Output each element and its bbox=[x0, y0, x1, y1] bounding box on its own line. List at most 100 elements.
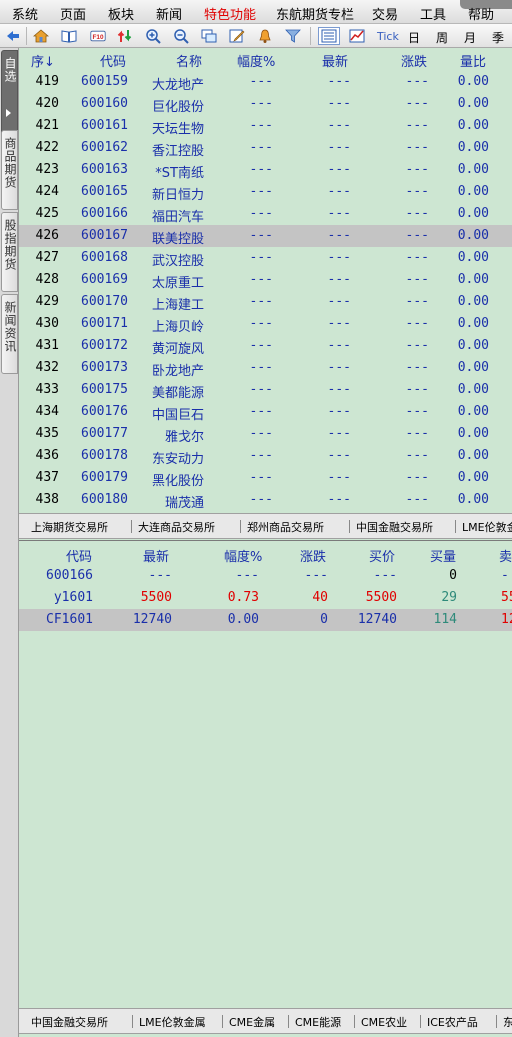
header-latest[interactable]: 最新 bbox=[322, 51, 348, 70]
tab-dce[interactable]: 大连商品交易所 bbox=[138, 519, 215, 535]
cell-ratio: 0.00 bbox=[457, 74, 489, 89]
tab-more[interactable]: 东 bbox=[503, 1014, 512, 1030]
table-row[interactable]: 428 600169 太原重工 --- --- --- 0.00 bbox=[19, 269, 512, 291]
tab-ice-agriculture[interactable]: ICE农产品 bbox=[427, 1014, 478, 1030]
alert-bell-icon[interactable] bbox=[256, 27, 274, 45]
watch-header-bid[interactable]: 买价 bbox=[369, 546, 395, 565]
list-view-icon[interactable] bbox=[318, 27, 340, 45]
home-icon[interactable] bbox=[32, 27, 50, 45]
cell-ratio: 0.00 bbox=[457, 338, 489, 353]
table-row[interactable]: 429 600170 上海建工 --- --- --- 0.00 bbox=[19, 291, 512, 313]
header-ratio[interactable]: 量比 bbox=[460, 51, 486, 70]
menu-donghang-futures-column[interactable]: 东航期货专栏 bbox=[276, 4, 354, 23]
watch-header-change[interactable]: 涨跌 bbox=[300, 546, 326, 565]
chart-line-icon[interactable] bbox=[348, 27, 366, 45]
table-row[interactable]: 420 600160 巨化股份 --- --- --- 0.00 bbox=[19, 93, 512, 115]
cell-code: 600172 bbox=[81, 338, 128, 353]
watch-header-code[interactable]: 代码 bbox=[66, 546, 92, 565]
watch-row[interactable]: 600166 --- --- --- --- 0 - bbox=[19, 565, 512, 587]
table-row[interactable]: 427 600168 武汉控股 --- --- --- 0.00 bbox=[19, 247, 512, 269]
table-row[interactable]: 425 600166 福田汽车 --- --- --- 0.00 bbox=[19, 203, 512, 225]
tab-czce[interactable]: 郑州商品交易所 bbox=[247, 519, 324, 535]
table-row[interactable]: 433 600175 美都能源 --- --- --- 0.00 bbox=[19, 379, 512, 401]
edit-icon[interactable] bbox=[228, 27, 246, 45]
table-row[interactable]: 419 600159 大龙地产 --- --- --- 0.00 bbox=[19, 71, 512, 93]
cell-change: --- bbox=[405, 426, 429, 441]
table-row[interactable]: 424 600165 新日恒力 --- --- --- 0.00 bbox=[19, 181, 512, 203]
tab-cme-energy[interactable]: CME能源 bbox=[295, 1014, 341, 1030]
header-code[interactable]: 代码 bbox=[100, 51, 126, 70]
table-row[interactable]: 430 600171 上海贝岭 --- --- --- 0.00 bbox=[19, 313, 512, 335]
cell-ratio: 0.00 bbox=[457, 206, 489, 221]
f10-icon[interactable]: F10 bbox=[88, 27, 108, 45]
table-row[interactable]: 422 600162 香江控股 --- --- --- 0.00 bbox=[19, 137, 512, 159]
f10-label: F10 bbox=[92, 34, 103, 41]
watch-panel: 代码 最新 幅度% 涨跌 买价 买量 卖 600166 --- --- --- --- 0… bbox=[19, 540, 512, 1010]
tab-cme-metals[interactable]: CME金属 bbox=[229, 1014, 275, 1030]
month-period-button[interactable]: 月 bbox=[464, 29, 476, 46]
cell-latest: --- bbox=[327, 250, 351, 265]
table-row[interactable]: 434 600176 中国巨石 --- --- --- 0.00 bbox=[19, 401, 512, 423]
filter-icon[interactable] bbox=[284, 27, 302, 45]
menu-news[interactable]: 新闻 bbox=[156, 4, 182, 23]
day-period-button[interactable]: 日 bbox=[408, 29, 420, 46]
table-row[interactable]: 435 600177 雅戈尔 --- --- --- 0.00 bbox=[19, 423, 512, 445]
zoom-out-icon[interactable] bbox=[172, 27, 190, 45]
watch-header-range[interactable]: 幅度% bbox=[224, 546, 262, 565]
side-tab-news[interactable]: 新闻资讯 bbox=[1, 294, 18, 374]
windows-icon[interactable] bbox=[200, 27, 218, 45]
watch-header-bid-vol[interactable]: 买量 bbox=[430, 546, 456, 565]
zoom-in-icon[interactable] bbox=[144, 27, 162, 45]
tick-button[interactable]: Tick bbox=[377, 30, 399, 43]
menu-help[interactable]: 帮助 bbox=[468, 4, 494, 23]
menu-trade[interactable]: 交易 bbox=[372, 4, 398, 23]
side-tab-commodity-futures[interactable]: 商品期货 bbox=[1, 130, 18, 210]
cell-ratio: 0.00 bbox=[457, 492, 489, 507]
tab-lme-metals[interactable]: LME伦敦金属 bbox=[139, 1014, 206, 1030]
watch-row[interactable]: y1601 5500 0.73 40 5500 29 550 bbox=[19, 587, 512, 609]
menu-system[interactable]: 系统 bbox=[12, 4, 38, 23]
table-row[interactable]: 436 600178 东安动力 --- --- --- 0.00 bbox=[19, 445, 512, 467]
cell-range: --- bbox=[249, 360, 273, 375]
header-name[interactable]: 名称 bbox=[176, 51, 202, 70]
cell-range: --- bbox=[249, 74, 273, 89]
header-change[interactable]: 涨跌 bbox=[401, 51, 427, 70]
cell-name: 瑞茂通 bbox=[164, 496, 204, 511]
cell-change: --- bbox=[405, 96, 429, 111]
season-period-button[interactable]: 季 bbox=[492, 29, 504, 46]
menu-special-features[interactable]: 特色功能 bbox=[204, 4, 256, 23]
cell-change: --- bbox=[405, 294, 429, 309]
back-arrow-icon[interactable] bbox=[4, 27, 22, 45]
week-period-button[interactable]: 周 bbox=[436, 29, 448, 46]
watch-row[interactable]: CF1601 12740 0.00 0 12740 114 1274 bbox=[19, 609, 512, 631]
tab-cffex[interactable]: 中国金融交易所 bbox=[356, 519, 433, 535]
cell-latest: --- bbox=[327, 448, 351, 463]
watch-header-latest[interactable]: 最新 bbox=[143, 546, 169, 565]
table-row[interactable]: 432 600173 卧龙地产 --- --- --- 0.00 bbox=[19, 357, 512, 379]
refresh-arrows-icon[interactable] bbox=[116, 27, 134, 45]
menu-sector[interactable]: 板块 bbox=[108, 4, 134, 23]
table-row[interactable]: 426 600167 联美控股 --- --- --- 0.00 bbox=[19, 225, 512, 247]
tab-cffex[interactable]: 中国金融交易所 bbox=[31, 1014, 108, 1030]
menu-tools[interactable]: 工具 bbox=[420, 4, 446, 23]
watch-cell-ask: - bbox=[501, 568, 509, 583]
table-row[interactable]: 423 600163 *ST南纸 --- --- --- 0.00 bbox=[19, 159, 512, 181]
cell-change: --- bbox=[405, 250, 429, 265]
table-row[interactable]: 431 600172 黄河旋风 --- --- --- 0.00 bbox=[19, 335, 512, 357]
watch-cell-bid: 12740 bbox=[357, 612, 397, 627]
menu-page[interactable]: 页面 bbox=[60, 4, 86, 23]
watch-header-ask[interactable]: 卖 bbox=[499, 546, 512, 565]
tab-lme[interactable]: LME伦敦金 bbox=[462, 519, 512, 535]
cell-code: 600176 bbox=[81, 404, 128, 419]
cell-seq: 425 bbox=[35, 206, 59, 221]
tab-cme-agriculture[interactable]: CME农业 bbox=[361, 1014, 407, 1030]
cell-latest: --- bbox=[327, 74, 351, 89]
side-tab-index-futures[interactable]: 股指期货 bbox=[1, 212, 18, 292]
tab-shfe[interactable]: 上海期货交易所 bbox=[31, 519, 108, 535]
table-row[interactable]: 421 600161 天坛生物 --- --- --- 0.00 bbox=[19, 115, 512, 137]
table-row[interactable]: 438 600180 瑞茂通 --- --- --- 0.00 bbox=[19, 489, 512, 511]
table-row[interactable]: 437 600179 黑化股份 --- --- --- 0.00 bbox=[19, 467, 512, 489]
book-icon[interactable] bbox=[60, 27, 78, 45]
header-seq[interactable]: 序↓ bbox=[31, 51, 55, 70]
header-range[interactable]: 幅度% bbox=[237, 51, 275, 70]
